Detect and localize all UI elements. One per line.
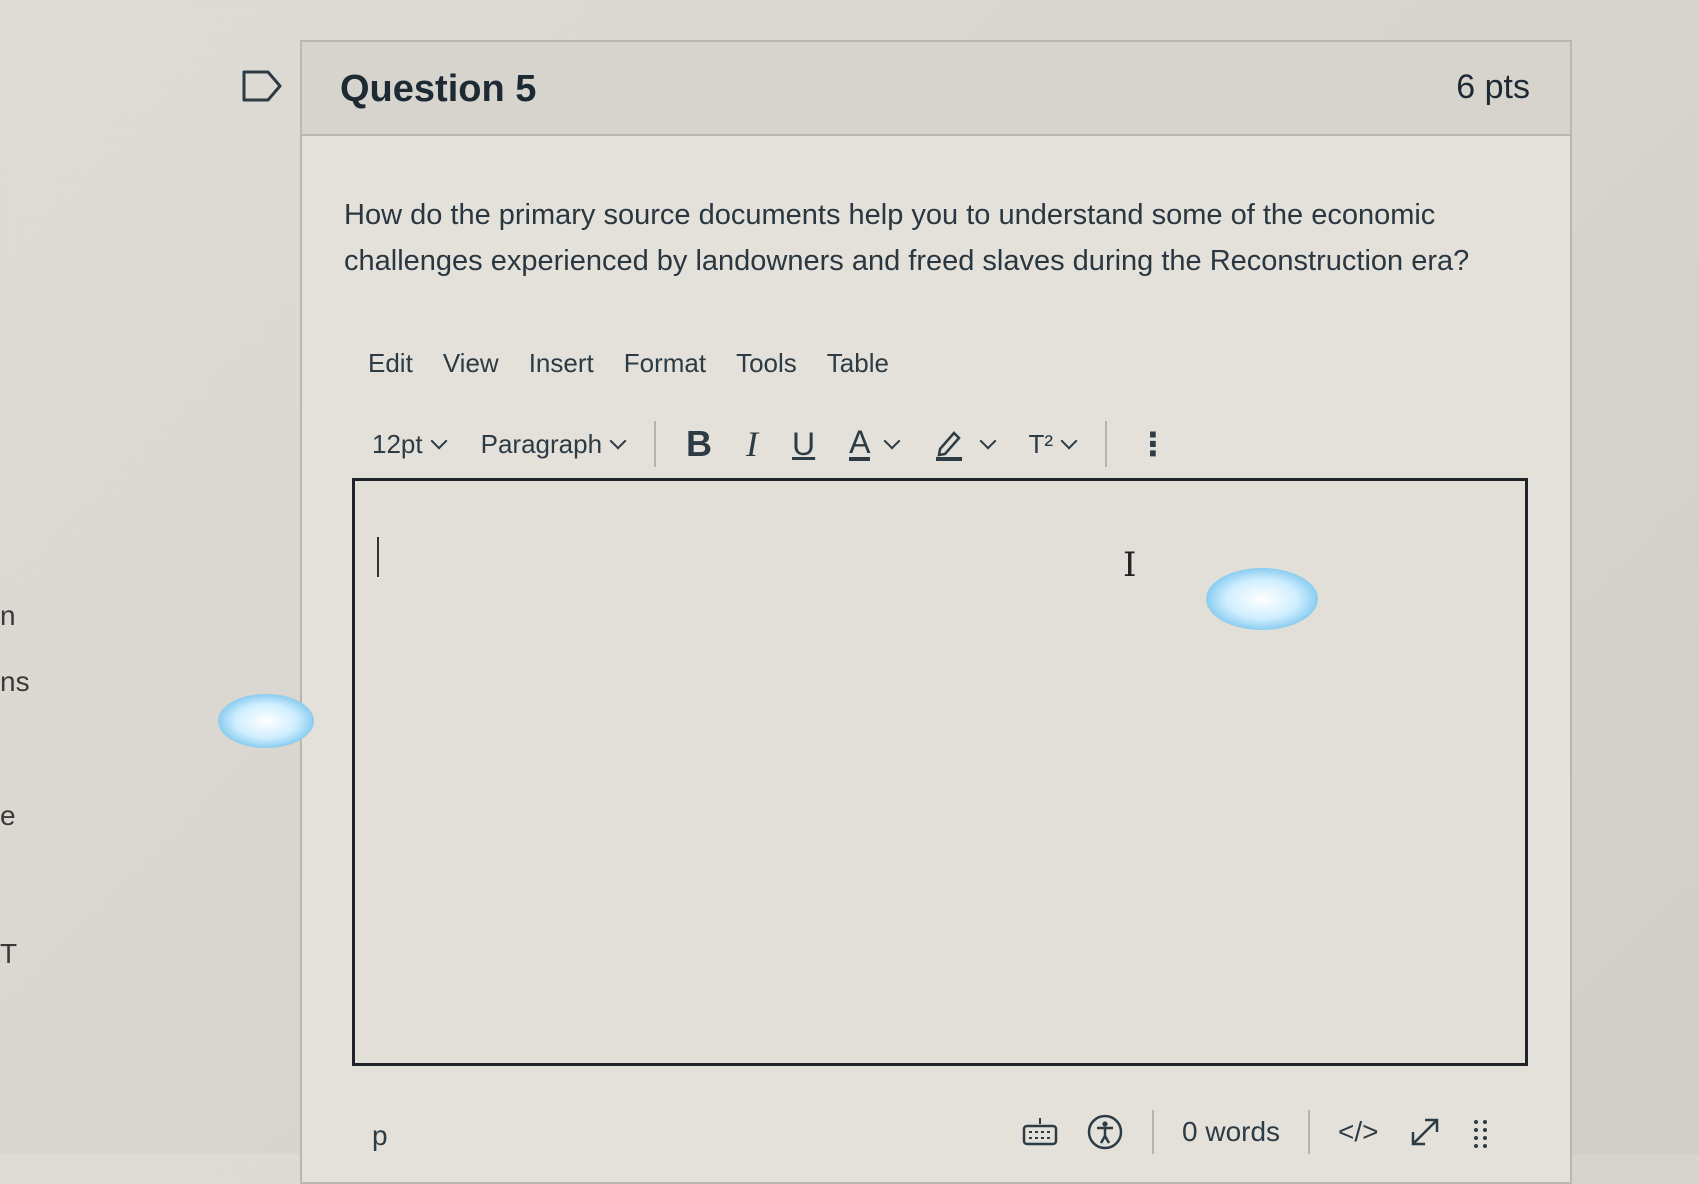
menu-view[interactable]: View <box>443 348 499 379</box>
rich-text-editor-area[interactable]: I <box>352 478 1528 1066</box>
html-editor-toggle[interactable]: </> <box>1338 1116 1378 1148</box>
side-fragment-4: T <box>0 938 18 969</box>
toolbar-divider <box>654 421 657 467</box>
block-format-select[interactable]: Paragraph <box>480 428 627 460</box>
chevron-down-icon <box>609 432 627 450</box>
drag-resize-handle-icon[interactable] <box>1471 1116 1491 1148</box>
question-card: Question 5 6 pts How do the primary sour… <box>300 40 1572 1184</box>
side-fragment-1: n <box>0 600 16 631</box>
font-size-value: 12pt <box>372 428 423 459</box>
question-points: 6 pts <box>1456 68 1530 106</box>
fullscreen-expand-icon[interactable] <box>1407 1114 1443 1150</box>
menu-tools[interactable]: Tools <box>736 348 797 379</box>
text-caret <box>377 537 379 577</box>
highlighter-icon <box>936 431 963 461</box>
text-color-icon: A <box>849 424 871 461</box>
glare-reflection <box>1206 568 1318 630</box>
accessibility-checker-icon[interactable] <box>1086 1113 1124 1151</box>
menu-edit[interactable]: Edit <box>368 348 413 379</box>
menu-format[interactable]: Format <box>624 348 706 379</box>
underline-button[interactable]: U <box>792 426 815 463</box>
statusbar-actions: 0 words </> <box>1022 1110 1491 1154</box>
toolbar-divider <box>1105 421 1108 467</box>
statusbar-divider <box>1152 1110 1154 1154</box>
flag-question-icon[interactable] <box>242 70 282 102</box>
more-options-icon[interactable]: ⋮ <box>1137 428 1169 460</box>
editor-menubar: Edit View Insert Format Tools Table <box>368 348 889 379</box>
highlight-color-button[interactable] <box>934 427 997 461</box>
chevron-down-icon <box>430 432 448 450</box>
question-header: Question 5 6 pts <box>302 42 1570 136</box>
italic-button[interactable]: I <box>746 423 758 465</box>
ibeam-cursor-icon: I <box>1123 545 1137 585</box>
element-path[interactable]: p <box>372 1120 388 1152</box>
glare-reflection <box>218 694 314 748</box>
question-title: Question 5 <box>340 68 537 110</box>
statusbar-divider <box>1308 1110 1311 1154</box>
question-text: How do the primary source documents help… <box>344 199 1470 277</box>
side-fragment-2: ns <box>0 666 30 697</box>
chevron-down-icon <box>979 432 997 450</box>
text-color-button[interactable]: A <box>849 424 901 461</box>
menu-table[interactable]: Table <box>827 348 889 379</box>
side-fragment-3: e <box>0 800 16 831</box>
menu-insert[interactable]: Insert <box>529 348 594 379</box>
chevron-down-icon <box>1060 432 1078 450</box>
editor-toolbar: 12pt Paragraph B I U A T² ⋮ <box>372 416 1292 472</box>
superscript-icon: T² <box>1028 428 1054 459</box>
word-count[interactable]: 0 words <box>1182 1116 1280 1148</box>
block-format-value: Paragraph <box>480 428 603 459</box>
chevron-down-icon <box>883 432 901 450</box>
bold-button[interactable]: B <box>686 423 712 465</box>
editor-statusbar: p 0 words </> <box>302 1100 1570 1170</box>
superscript-button[interactable]: T² <box>1028 428 1078 460</box>
font-size-select[interactable]: 12pt <box>372 428 448 460</box>
keyboard-icon[interactable] <box>1022 1116 1058 1148</box>
